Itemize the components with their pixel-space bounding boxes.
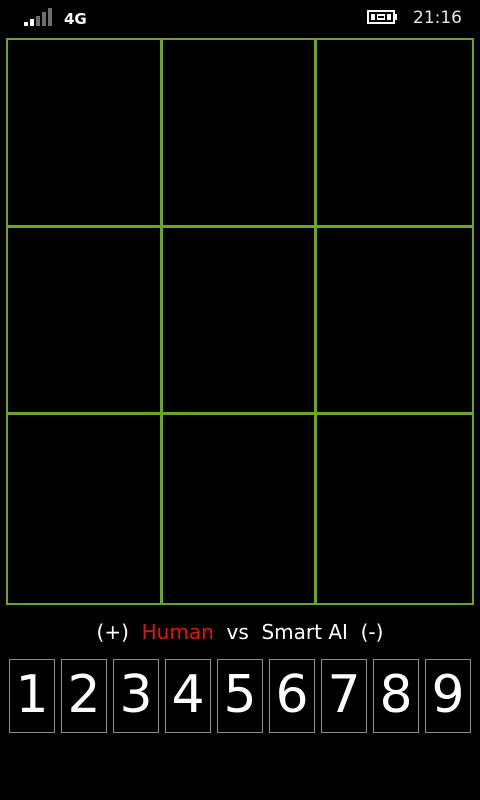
board-cell-8[interactable] [162,415,318,603]
game-board [6,38,474,605]
board-cell-3[interactable] [317,40,472,228]
digit-button-8[interactable]: 8 [373,659,419,733]
board-cell-1[interactable] [8,40,163,228]
signal-strength-icon [24,8,54,26]
vs-label: vs [226,620,249,644]
battery-charging-icon [367,10,397,24]
clock: 21:16 [413,8,462,28]
player1-toggle[interactable]: Human [142,620,214,644]
digit-button-2[interactable]: 2 [61,659,107,733]
matchup-bar: (+) Human vs Smart AI (-) [0,617,480,647]
decrease-difficulty-button[interactable]: (-) [361,620,384,644]
board-cell-2[interactable] [162,40,318,228]
digit-button-3[interactable]: 3 [113,659,159,733]
digit-button-4[interactable]: 4 [165,659,211,733]
digit-button-5[interactable]: 5 [217,659,263,733]
increase-difficulty-button[interactable]: (+) [97,620,129,644]
digit-button-1[interactable]: 1 [9,659,55,733]
digit-button-6[interactable]: 6 [269,659,315,733]
board-cell-7[interactable] [8,415,163,603]
player2-toggle[interactable]: Smart AI [261,620,347,644]
board-cell-9[interactable] [317,415,472,603]
network-type: 4G [64,10,87,28]
board-cell-5[interactable] [162,227,318,416]
board-cell-4[interactable] [8,227,163,416]
board-cell-6[interactable] [317,227,472,416]
digit-button-7[interactable]: 7 [321,659,367,733]
status-bar: 4G 21:16 [0,0,480,36]
digit-button-9[interactable]: 9 [425,659,471,733]
number-keypad: 1 2 3 4 5 6 7 8 9 [9,659,473,735]
